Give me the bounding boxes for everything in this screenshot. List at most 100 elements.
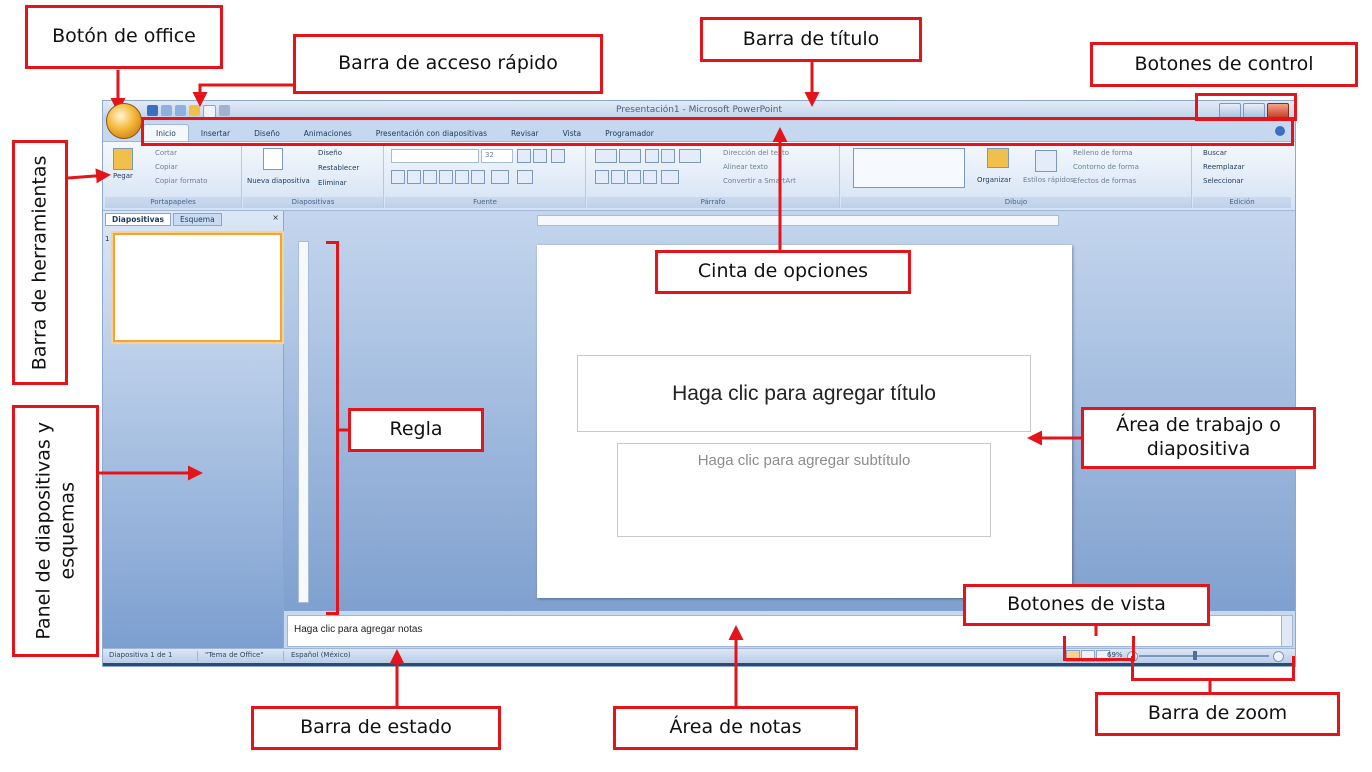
align-center-icon[interactable]: [611, 170, 625, 184]
increase-indent-icon[interactable]: [661, 149, 675, 163]
callout-text: Botones de vista: [1007, 593, 1166, 616]
group-dibujo: Organizar Estilos rápidos Relleno de for…: [841, 144, 1192, 208]
line-spacing-icon[interactable]: [679, 149, 701, 163]
callout-control-buttons: Botones de control: [1090, 42, 1358, 87]
paste-icon[interactable]: [113, 148, 133, 170]
bullets-icon[interactable]: [595, 149, 617, 163]
slide-canvas[interactable]: Haga clic para agregar título Haga clic …: [537, 245, 1072, 598]
clear-format-icon[interactable]: [551, 149, 565, 163]
vertical-ruler: [298, 241, 309, 603]
callout-ribbon: Cinta de opciones: [655, 250, 911, 294]
callout-toolbar: Barra de herramientas: [12, 140, 68, 385]
align-left-icon[interactable]: [595, 170, 609, 184]
ribbon: Pegar Cortar Copiar Copiar formato Porta…: [103, 141, 1295, 211]
office-button[interactable]: [106, 103, 142, 139]
shape-fill-button[interactable]: Relleno de forma: [1073, 149, 1133, 157]
justify-icon[interactable]: [643, 170, 657, 184]
view-buttons-bracket: [1063, 636, 1135, 661]
powerpoint-window: Presentación1 - Microsoft PowerPoint Ini…: [102, 100, 1296, 667]
decrease-indent-icon[interactable]: [645, 149, 659, 163]
window-title: Presentación1 - Microsoft PowerPoint: [615, 105, 782, 115]
callout-text: Panel de diapositivas y esquemas: [31, 422, 78, 640]
smartart-button[interactable]: Convertir a SmartArt: [723, 177, 796, 185]
strikethrough-icon[interactable]: [439, 170, 453, 184]
callout-text: Área de trabajo o diapositiva: [1116, 414, 1281, 460]
delete-slide-button[interactable]: Eliminar: [318, 179, 347, 187]
callout-text: Barra de zoom: [1147, 702, 1288, 725]
callout-status-bar: Barra de estado: [251, 706, 501, 750]
font-size-combo[interactable]: 32: [481, 149, 513, 163]
language[interactable]: Español (México): [291, 651, 351, 659]
underline-icon[interactable]: [423, 170, 437, 184]
ruler-bracket: [326, 241, 339, 615]
shape-outline-button[interactable]: Contorno de forma: [1073, 163, 1139, 171]
font-color-icon[interactable]: [517, 170, 533, 184]
reset-button[interactable]: Restablecer: [318, 164, 359, 172]
zoom-bracket: [1131, 656, 1295, 681]
subtitle-text: Haga clic para agregar subtítulo: [697, 452, 911, 469]
arrange-button[interactable]: Organizar: [977, 176, 1011, 184]
tab-esquema[interactable]: Esquema: [172, 213, 222, 226]
spacing-icon[interactable]: [471, 170, 485, 184]
cut-button[interactable]: Cortar: [155, 149, 177, 157]
shadow-icon[interactable]: [455, 170, 469, 184]
arrange-icon[interactable]: [987, 148, 1009, 168]
align-right-icon[interactable]: [627, 170, 641, 184]
layout-button[interactable]: Diseño: [318, 149, 342, 157]
subtitle-placeholder[interactable]: Haga clic para agregar subtítulo: [617, 443, 991, 537]
format-painter-button[interactable]: Copiar formato: [155, 177, 208, 185]
shapes-gallery[interactable]: [853, 148, 965, 188]
callout-view-buttons: Botones de vista: [963, 584, 1210, 626]
slide-panel-tabs: Diapositivas Esquema: [105, 213, 222, 226]
slide-thumbnail[interactable]: [113, 233, 282, 342]
copy-button[interactable]: Copiar: [155, 163, 178, 171]
notes-scrollbar[interactable]: [1281, 615, 1293, 647]
shrink-font-icon[interactable]: [533, 149, 547, 163]
quick-styles-button[interactable]: Estilos rápidos: [1023, 176, 1074, 184]
notes-placeholder: Haga clic para agregar notas: [294, 624, 423, 635]
callout-office-button: Botón de office: [25, 5, 223, 69]
new-slide-icon[interactable]: [263, 148, 283, 170]
find-button[interactable]: Buscar: [1203, 149, 1227, 157]
slide-number: 1: [105, 235, 110, 243]
paste-label[interactable]: Pegar: [113, 172, 133, 180]
bold-icon[interactable]: [391, 170, 405, 184]
taskbar: [103, 663, 1295, 666]
callout-text: Regla: [389, 418, 443, 441]
shape-effects-button[interactable]: Efectos de formas: [1073, 177, 1136, 185]
tab-diapositivas[interactable]: Diapositivas: [105, 213, 171, 226]
callout-text: Botones de control: [1134, 52, 1314, 75]
title-placeholder[interactable]: Haga clic para agregar título: [577, 355, 1031, 432]
group-diapositivas: Nueva diapositiva Diseño Restablecer Eli…: [243, 144, 384, 208]
replace-button[interactable]: Reemplazar: [1203, 163, 1245, 171]
callout-title-bar: Barra de título: [700, 17, 922, 62]
callout-work-area: Área de trabajo o diapositiva: [1081, 407, 1316, 469]
control-buttons-highlight: [1195, 93, 1297, 121]
align-text-button[interactable]: Alinear texto: [723, 163, 768, 171]
group-label: Edición: [1193, 197, 1291, 208]
group-portapapeles: Pegar Cortar Copiar Copiar formato Porta…: [105, 144, 242, 208]
save-icon[interactable]: [147, 105, 158, 116]
open-icon[interactable]: [189, 105, 200, 116]
callout-ruler: Regla: [348, 408, 484, 452]
text-direction-button[interactable]: Dirección del texto: [723, 149, 789, 157]
quick-styles-icon[interactable]: [1035, 150, 1057, 172]
select-button[interactable]: Seleccionar: [1203, 177, 1244, 185]
font-size-value: 32: [485, 151, 494, 159]
print-icon[interactable]: [219, 105, 230, 116]
italic-icon[interactable]: [407, 170, 421, 184]
grow-font-icon[interactable]: [517, 149, 531, 163]
group-fuente: 32 Fuente: [385, 144, 586, 208]
group-parrafo: Dirección del texto Alinear texto Conver…: [587, 144, 840, 208]
group-label: Diapositivas: [243, 197, 383, 208]
new-slide-button[interactable]: Nueva diapositiva: [247, 177, 310, 185]
case-icon[interactable]: [491, 170, 509, 184]
columns-icon[interactable]: [661, 170, 679, 184]
undo-icon[interactable]: [161, 105, 172, 116]
close-icon[interactable]: ×: [272, 213, 279, 222]
redo-icon[interactable]: [175, 105, 186, 116]
font-name-combo[interactable]: [391, 149, 479, 163]
numbering-icon[interactable]: [619, 149, 641, 163]
horizontal-ruler: [537, 215, 1059, 226]
callout-text: Cinta de opciones: [697, 260, 869, 283]
